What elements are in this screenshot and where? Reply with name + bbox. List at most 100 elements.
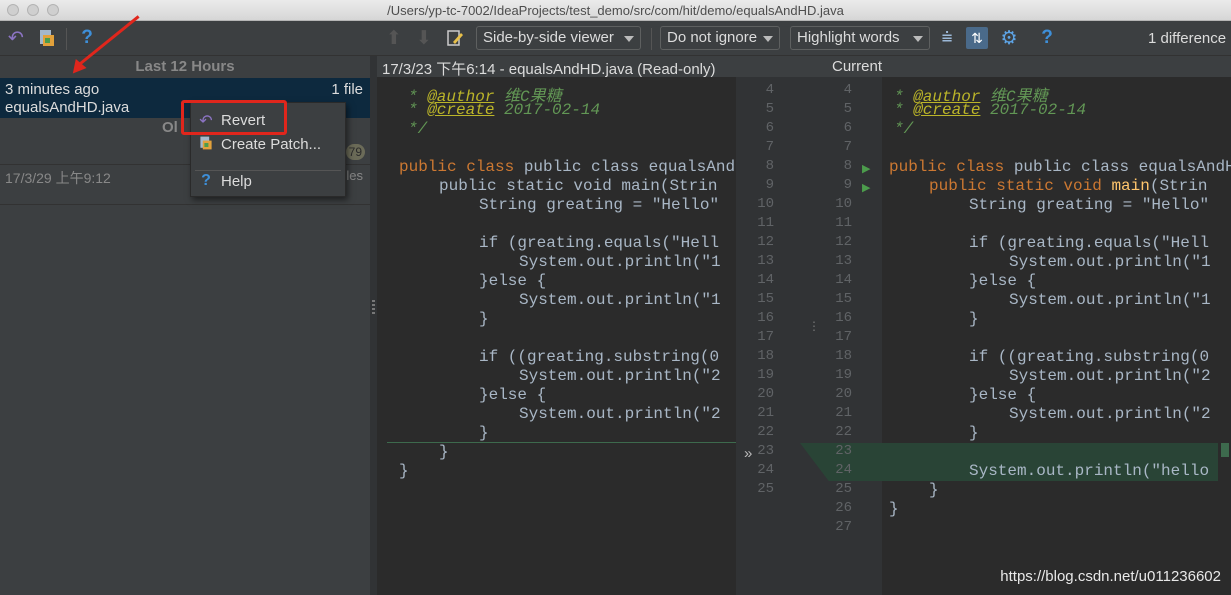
diff-help-icon[interactable]: ? <box>1036 27 1058 49</box>
print-statement-1b: System.out.println("1 <box>1009 291 1211 309</box>
line-number: 24 <box>835 462 852 478</box>
gutter-grip: ⋮ <box>808 319 820 333</box>
create-patch-icon[interactable] <box>36 27 58 49</box>
doc-create-date: 2017-02-14 <box>990 101 1087 119</box>
line-number: 4 <box>765 82 774 98</box>
menu-item-help-label: Help <box>221 173 252 190</box>
panel-splitter[interactable] <box>370 56 377 595</box>
menu-item-create-patch[interactable]: Create Patch... <box>191 133 345 157</box>
print-statement-2: System.out.println("2 <box>1009 367 1211 385</box>
menu-item-create-patch-label: Create Patch... <box>221 136 322 153</box>
if-statement-1: if (greating.equals("Hell <box>479 234 720 252</box>
close-brace: } <box>479 310 489 328</box>
if-statement-2: if ((greating.substring(0 <box>969 348 1210 366</box>
line-number: 21 <box>835 405 852 421</box>
diff-gutter: 4 5 6 7 8 9 10 11 12 13 14 15 16 17 18 19 20 21 22 23 24 25 4… <box>736 77 882 595</box>
difference-count: 1 difference <box>1148 30 1227 47</box>
close-brace: } <box>399 462 409 480</box>
line-number: 17 <box>757 329 774 345</box>
line-number: 21 <box>757 405 774 421</box>
doc-create-tag: @create <box>913 101 981 119</box>
diff-header: 17/3/23 下午6:14 - equalsAndHD.java (Read-… <box>377 56 1231 78</box>
line-number: 18 <box>835 348 852 364</box>
close-brace: } <box>969 310 979 328</box>
doc-create-tag: @create <box>427 101 495 119</box>
revert-highlight-box <box>181 100 287 135</box>
line-number: 25 <box>835 481 852 497</box>
line-number: 13 <box>835 253 852 269</box>
revision-time: 3 minutes ago <box>5 81 100 98</box>
line-number: 18 <box>757 348 774 364</box>
line-number: 16 <box>757 310 774 326</box>
older-count-badge: 79 <box>345 144 365 160</box>
main-signature: public static void main(Strin <box>439 177 718 195</box>
line-number: 10 <box>757 196 774 212</box>
main-signature-suffix: (Strin <box>1149 177 1208 195</box>
splitter-grip[interactable] <box>372 300 375 316</box>
added-print-statement: System.out.println("hello <box>969 462 1210 480</box>
highlight-mode-value: Highlight words <box>797 29 900 46</box>
run-icon[interactable]: ▶ <box>862 181 870 194</box>
right-editor[interactable]: * @author 维C果糖 * @create 2017-02-14 */ p… <box>882 77 1231 595</box>
print-statement-1: System.out.println("1 <box>519 253 721 271</box>
line-number: 25 <box>757 481 774 497</box>
history-group-header: Last 12 Hours <box>135 58 235 75</box>
apply-change-icon[interactable]: » <box>744 445 752 462</box>
else-statement-2: }else { <box>479 386 547 404</box>
line-number: 11 <box>835 215 852 231</box>
left-editor[interactable]: * @author 维C果糖 * @create 2017-02-14 */ p… <box>387 77 736 595</box>
line-number: 19 <box>757 367 774 383</box>
line-number: 26 <box>835 500 852 516</box>
line-number: 6 <box>843 120 852 136</box>
revision-file-count: 1 file <box>331 81 363 98</box>
older-group-header: Ol <box>162 119 178 136</box>
ignore-mode-select[interactable]: Do not ignore <box>660 26 780 50</box>
line-number: 12 <box>757 234 774 250</box>
watermark: https://blog.csdn.net/u011236602 <box>1000 568 1221 585</box>
highlight-mode-select[interactable]: Highlight words <box>790 26 930 50</box>
doc-create-date: 2017-02-14 <box>504 101 601 119</box>
else-statement-1: }else { <box>479 272 547 290</box>
close-brace: } <box>929 481 939 499</box>
chevron-down-icon <box>763 36 773 42</box>
main-signature-prefix: public static void <box>929 177 1112 195</box>
help-icon: ? <box>201 172 211 189</box>
close-brace: } <box>479 424 489 442</box>
line-number: 8 <box>843 158 852 174</box>
viewer-mode-select[interactable]: Side-by-side viewer <box>476 26 641 50</box>
line-number: 14 <box>757 272 774 288</box>
gear-icon[interactable]: ⚙ <box>998 27 1020 49</box>
close-brace: } <box>969 424 979 442</box>
else-statement-2: }else { <box>969 386 1037 404</box>
greating-declaration: String greating = "Hello" <box>479 196 720 214</box>
right-pane-title: Current <box>832 58 883 75</box>
greating-declaration: String greating = "Hello" <box>969 196 1210 214</box>
sync-scroll-icon[interactable]: ⇅ <box>966 27 988 49</box>
close-brace: } <box>889 500 899 518</box>
revert-icon[interactable]: ↶ <box>5 27 27 49</box>
else-statement-1: }else { <box>969 272 1037 290</box>
chevron-down-icon <box>624 36 634 42</box>
older-files-suffix: les <box>346 168 363 183</box>
next-difference-icon[interactable]: ⬇ <box>413 27 435 49</box>
menu-item-help[interactable]: ? Help <box>191 170 345 194</box>
line-number: 23 <box>835 443 852 459</box>
revision-file: equalsAndHD.java <box>5 99 130 116</box>
line-number: 13 <box>757 253 774 269</box>
window-title: /Users/yp-tc-7002/IdeaProjects/test_demo… <box>387 3 844 18</box>
line-number: 4 <box>843 82 852 98</box>
older-time: 17/3/29 上午9:12 <box>5 170 111 186</box>
left-pane-title: 17/3/23 下午6:14 - equalsAndHD.java (Read-… <box>382 61 716 78</box>
edit-source-icon[interactable] <box>444 27 466 49</box>
help-icon[interactable]: ? <box>76 27 98 49</box>
line-number: 7 <box>843 139 852 155</box>
line-number: 14 <box>835 272 852 288</box>
collapse-unchanged-icon[interactable]: ⩧ <box>936 27 958 49</box>
previous-difference-icon[interactable]: ⬆ <box>383 27 405 49</box>
line-number: 9 <box>765 177 774 193</box>
if-statement-1: if (greating.equals("Hell <box>969 234 1210 252</box>
line-number: 15 <box>757 291 774 307</box>
run-icon[interactable]: ▶ <box>862 162 870 175</box>
line-number: 11 <box>757 215 774 231</box>
print-statement-2: System.out.println("2 <box>519 367 721 385</box>
